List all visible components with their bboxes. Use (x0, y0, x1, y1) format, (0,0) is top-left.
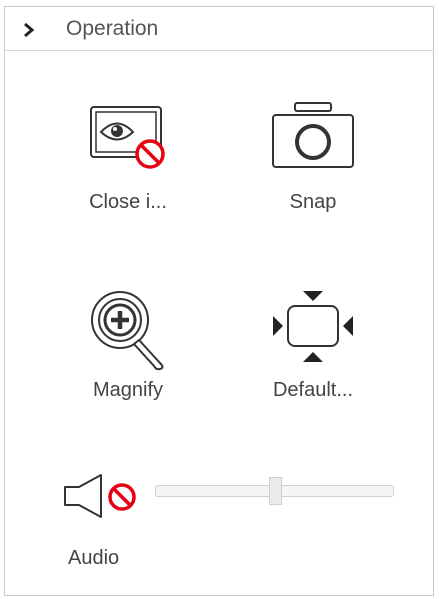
snap-button[interactable]: Snap (233, 101, 393, 241)
magnify-label: Magnify (92, 379, 164, 401)
close-image-button[interactable]: Close i... (48, 101, 208, 241)
default-view-icon (273, 291, 353, 362)
close-image-label: Close i... (89, 191, 167, 213)
operation-panel: Operation Close i... Snap Magnify Defaul… (4, 6, 434, 596)
default-view-button[interactable]: Default... (233, 289, 393, 429)
panel-header[interactable]: Operation (5, 7, 433, 51)
volume-slider-thumb[interactable] (268, 477, 282, 505)
snap-label: Snap (289, 191, 337, 213)
chevron-right-icon[interactable] (22, 22, 36, 38)
speaker-muted-icon[interactable] (63, 473, 141, 519)
audio-label: Audio (68, 547, 120, 569)
close-image-icon (90, 106, 165, 169)
volume-slider[interactable] (155, 477, 394, 505)
panel-title: Operation (66, 17, 159, 40)
magnify-button[interactable]: Magnify (48, 289, 208, 429)
magnify-icon (91, 291, 164, 371)
camera-icon (272, 102, 354, 168)
default-view-label: Default... (272, 379, 354, 401)
